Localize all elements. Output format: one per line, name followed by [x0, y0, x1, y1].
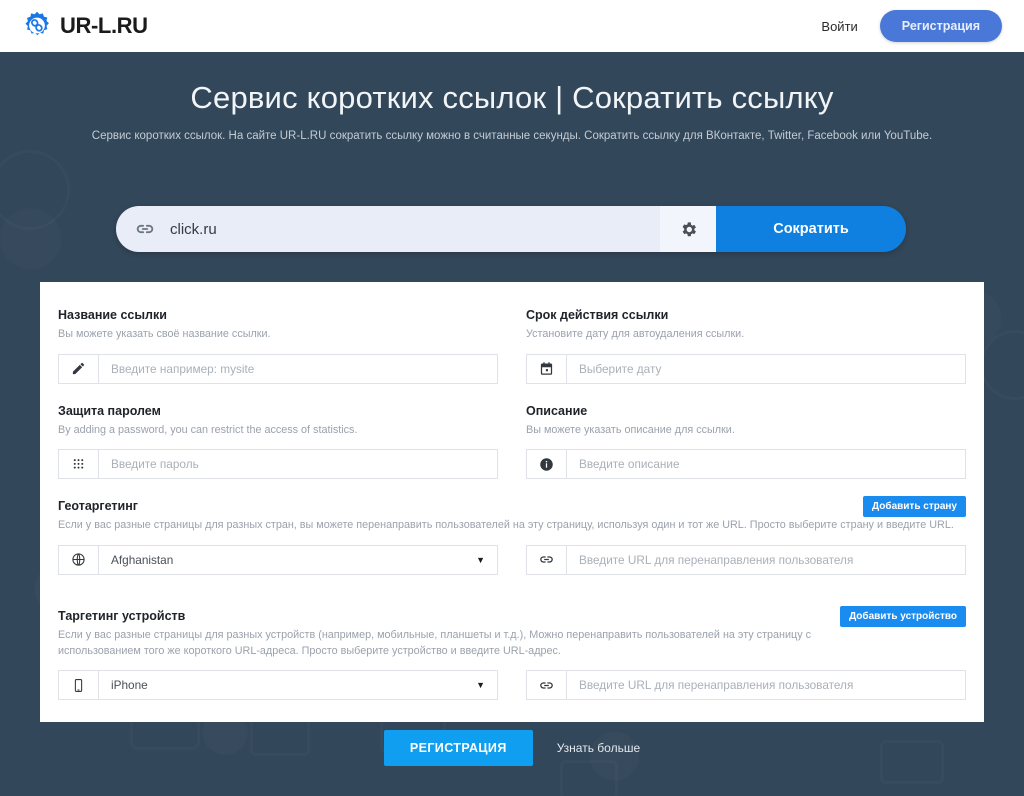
link-name-input[interactable]: Введите например: mysite — [99, 355, 497, 383]
shorten-bar: click.ru Сократить — [116, 206, 906, 252]
footer-register-button[interactable]: РЕГИСТРАЦИЯ — [383, 730, 533, 766]
link-name-field[interactable]: Введите например: mysite — [58, 353, 498, 384]
geo-url-half: Введите URL для перенаправления пользова… — [526, 544, 966, 595]
password-field[interactable]: Введите пароль — [58, 449, 498, 480]
device-title: Таргетинг устройств — [58, 608, 186, 623]
password-block: Защита паролем By adding a password, you… — [58, 404, 498, 500]
site-header: UR-L.RU Войти Регистрация — [0, 0, 1024, 52]
expiry-title: Срок действия ссылки — [526, 308, 669, 322]
link-icon — [527, 671, 567, 700]
brand[interactable]: UR-L.RU — [22, 11, 148, 41]
card-row-2: Защита паролем By adding a password, you… — [58, 404, 966, 500]
expiry-block: Срок действия ссылки Установите дату для… — [526, 308, 966, 404]
device-targeting-block: Добавить устройство Таргетинг устройств … — [58, 605, 966, 720]
globe-icon — [59, 545, 99, 574]
page-title: Сервис коротких ссылок | Сократить ссылк… — [190, 80, 834, 115]
shorten-button[interactable]: Сократить — [716, 206, 906, 252]
add-device-button[interactable]: Добавить устройство — [840, 605, 966, 627]
link-name-description: Вы можете указать своё название ссылки. — [58, 328, 271, 340]
login-link[interactable]: Войти — [821, 19, 857, 34]
country-select-value[interactable]: Afghanistan — [99, 546, 476, 574]
page-root: UR-L.RU Войти Регистрация Сервис коротки… — [0, 0, 1024, 796]
background-shape — [980, 330, 1024, 400]
gear-link-logo-icon — [22, 11, 52, 41]
hero-section: Сервис коротких ссылок | Сократить ссылк… — [0, 52, 1024, 142]
password-title: Защита паролем — [58, 403, 161, 418]
info-icon — [527, 450, 567, 479]
geo-country-half: Afghanistan ▼ — [58, 544, 498, 595]
geo-url-field[interactable]: Введите URL для перенаправления пользова… — [526, 544, 966, 575]
settings-gear-button[interactable] — [660, 206, 716, 252]
description-title: Описание — [526, 403, 588, 418]
geo-targeting-block: Добавить страну Геотаргетинг Если у вас … — [58, 496, 966, 595]
expiry-description: Установите дату для автоудаления ссылки. — [526, 328, 745, 340]
mobile-icon — [59, 671, 99, 700]
link-name-title: Название ссылки — [58, 308, 167, 322]
device-url-field[interactable]: Введите URL для перенаправления пользова… — [526, 670, 966, 701]
brand-name: UR-L.RU — [60, 13, 148, 38]
country-select[interactable]: Afghanistan ▼ — [58, 544, 498, 575]
password-input[interactable]: Введите пароль — [99, 450, 497, 478]
device-select-half: iPhone ▼ — [58, 670, 498, 720]
link-icon — [527, 545, 567, 574]
chevron-down-icon[interactable]: ▼ — [476, 546, 497, 574]
footer-cta: РЕГИСТРАЦИЯ Узнать больше — [0, 730, 1024, 766]
background-shape — [0, 150, 70, 230]
link-icon — [134, 218, 156, 240]
device-select-value[interactable]: iPhone — [99, 671, 476, 699]
device-url-half: Введите URL для перенаправления пользова… — [526, 670, 966, 720]
options-card: Название ссылки Вы можете указать своё н… — [40, 282, 984, 722]
password-description: By adding a password, you can restrict t… — [58, 423, 358, 436]
add-country-button[interactable]: Добавить страну — [863, 496, 966, 518]
keypad-icon — [59, 450, 99, 479]
calendar-icon — [527, 354, 567, 383]
pencil-icon — [59, 354, 99, 383]
header-register-button[interactable]: Регистрация — [879, 10, 1002, 42]
link-name-block: Название ссылки Вы можете указать своё н… — [58, 308, 498, 404]
device-url-input[interactable]: Введите URL для перенаправления пользова… — [567, 671, 965, 699]
geo-description: Если у вас разные страницы для разных ст… — [58, 519, 954, 532]
expiry-input[interactable]: Выберите дату — [567, 355, 965, 383]
description-block: Описание Вы можете указать описание для … — [526, 404, 966, 500]
description-description: Вы можете указать описание для ссылки. — [526, 423, 735, 436]
url-input[interactable]: click.ru — [116, 206, 660, 252]
page-subtitle: Сервис коротких ссылок. На сайте UR-L.RU… — [91, 130, 933, 142]
expiry-field[interactable]: Выберите дату — [526, 353, 966, 384]
geo-row: Afghanistan ▼ Введите URL для перенаправ… — [58, 544, 966, 595]
url-input-value: click.ru — [170, 220, 217, 238]
card-row-1: Название ссылки Вы можете указать своё н… — [58, 308, 966, 404]
chevron-down-icon[interactable]: ▼ — [476, 671, 497, 699]
gear-icon — [679, 220, 698, 239]
geo-title: Геотаргетинг — [58, 499, 138, 514]
device-row: iPhone ▼ Введите URL для перенаправления… — [58, 670, 966, 720]
description-input[interactable]: Введите описание — [567, 450, 965, 478]
device-select[interactable]: iPhone ▼ — [58, 670, 498, 701]
description-field[interactable]: Введите описание — [526, 449, 966, 480]
learn-more-link[interactable]: Узнать больше — [557, 741, 640, 755]
geo-url-input[interactable]: Введите URL для перенаправления пользова… — [567, 546, 965, 574]
device-description: Если у вас разные страницы для разных ус… — [58, 628, 811, 657]
